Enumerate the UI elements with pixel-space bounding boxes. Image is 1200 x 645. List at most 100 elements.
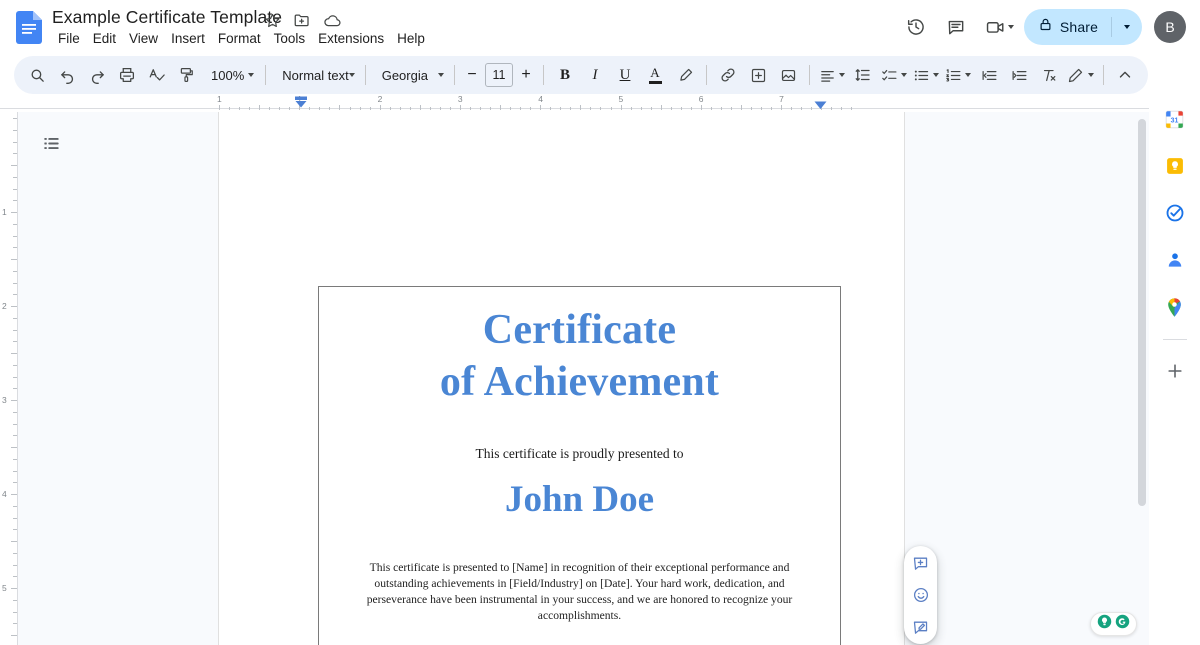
- paragraph-style-dropdown[interactable]: Normal text: [272, 61, 358, 89]
- add-comment-icon[interactable]: [744, 61, 772, 89]
- toolbar-divider: [809, 65, 810, 85]
- redo-icon[interactable]: [83, 61, 111, 89]
- print-icon[interactable]: [113, 61, 141, 89]
- increase-font-size-button[interactable]: +: [515, 62, 537, 88]
- header-actions: Share B: [899, 9, 1186, 45]
- toolbar-divider: [706, 65, 707, 85]
- highlight-pen-icon[interactable]: [671, 61, 699, 89]
- undo-icon[interactable]: [53, 61, 81, 89]
- share-button-main[interactable]: Share: [1024, 9, 1111, 45]
- menu-view[interactable]: View: [123, 29, 164, 49]
- move-to-folder-icon[interactable]: [292, 10, 312, 30]
- document-outline-icon[interactable]: [34, 126, 68, 160]
- numbered-list-icon[interactable]: [943, 61, 973, 89]
- chevron-down-icon: [933, 73, 939, 77]
- chevron-up-icon[interactable]: [1111, 61, 1139, 89]
- toolbar-divider: [1103, 65, 1104, 85]
- certificate-title-line2: of Achievement: [337, 356, 822, 408]
- font-size-input[interactable]: 11: [485, 63, 513, 87]
- emoji-reaction-icon[interactable]: [908, 582, 934, 608]
- chevron-down-icon: [839, 73, 845, 77]
- google-docs-window: Example Certificate Template Fil: [0, 0, 1200, 645]
- line-spacing-icon[interactable]: [849, 61, 877, 89]
- italic-button[interactable]: I: [581, 61, 609, 89]
- chevron-down-icon: [349, 73, 355, 77]
- menu-insert[interactable]: Insert: [165, 29, 211, 49]
- google-contacts-icon[interactable]: [1158, 243, 1192, 277]
- menu-bar: File Edit View Insert Format Tools Exten…: [52, 29, 431, 49]
- avatar[interactable]: B: [1154, 11, 1186, 43]
- history-icon[interactable]: [899, 10, 933, 44]
- cloud-saved-icon[interactable]: [322, 10, 342, 30]
- google-keep-icon[interactable]: [1158, 149, 1192, 183]
- spellcheck-icon[interactable]: [143, 61, 171, 89]
- vertical-scrollbar[interactable]: [1138, 119, 1146, 506]
- certificate-frame: Certificate of Achievement This certific…: [318, 286, 841, 645]
- zoom-level-dropdown[interactable]: 100%: [203, 61, 258, 89]
- certificate-title-line1: Certificate: [337, 304, 822, 356]
- document-page[interactable]: Certificate of Achievement This certific…: [219, 112, 904, 645]
- chevron-down-icon: [965, 73, 971, 77]
- text-color-button[interactable]: A: [641, 61, 669, 89]
- text-color-label: A: [650, 66, 659, 79]
- lock-icon: [1038, 17, 1053, 37]
- page-title[interactable]: Example Certificate Template: [52, 6, 282, 28]
- chevron-down-icon: [438, 73, 444, 77]
- chevron-down-icon: [248, 73, 254, 77]
- clear-formatting-icon[interactable]: [1035, 61, 1063, 89]
- app-header: Example Certificate Template Fil: [0, 0, 1200, 54]
- star-icon[interactable]: [262, 10, 282, 30]
- paint-format-icon[interactable]: [173, 61, 201, 89]
- floating-comment-toolbar: [904, 546, 937, 644]
- decrease-font-size-button[interactable]: −: [461, 62, 483, 88]
- bold-button[interactable]: B: [551, 61, 579, 89]
- comment-icon[interactable]: [939, 10, 973, 44]
- document-title-block: Example Certificate Template: [52, 6, 282, 28]
- grammarly-widget[interactable]: [1090, 612, 1137, 636]
- left-indent-marker[interactable]: [294, 96, 308, 112]
- certificate-content: Certificate of Achievement This certific…: [319, 304, 840, 645]
- grammarly-g-icon[interactable]: [1115, 614, 1130, 634]
- title-action-icons: [262, 10, 342, 30]
- docs-logo-icon[interactable]: [16, 11, 42, 44]
- meet-button[interactable]: [979, 10, 1018, 44]
- google-maps-icon[interactable]: [1158, 290, 1192, 324]
- svg-text:31: 31: [1171, 117, 1179, 124]
- underline-button[interactable]: U: [611, 61, 639, 89]
- add-comment-icon[interactable]: [908, 550, 934, 576]
- share-button[interactable]: Share: [1024, 9, 1142, 45]
- edit-pencil-icon[interactable]: [1065, 61, 1096, 89]
- right-indent-marker[interactable]: [814, 98, 827, 112]
- suggest-edit-icon[interactable]: [908, 614, 934, 640]
- search-icon[interactable]: [23, 61, 51, 89]
- menu-format[interactable]: Format: [212, 29, 267, 49]
- menu-tools[interactable]: Tools: [268, 29, 312, 49]
- share-dropdown-button[interactable]: [1112, 9, 1142, 45]
- add-ons-plus-icon[interactable]: [1158, 354, 1192, 388]
- paragraph-style-label: Normal text: [282, 68, 348, 83]
- menu-help[interactable]: Help: [391, 29, 431, 49]
- insert-image-icon[interactable]: [774, 61, 802, 89]
- grammarly-bulb-icon[interactable]: [1097, 614, 1112, 634]
- chevron-down-icon: [1124, 25, 1130, 29]
- horizontal-ruler[interactable]: 11234567: [0, 94, 1149, 112]
- menu-file[interactable]: File: [52, 29, 86, 49]
- bulleted-list-icon[interactable]: [911, 61, 941, 89]
- align-left-icon[interactable]: [817, 61, 847, 89]
- checklist-icon[interactable]: [879, 61, 909, 89]
- google-tasks-icon[interactable]: [1158, 196, 1192, 230]
- font-family-label: Georgia: [382, 68, 438, 83]
- menu-edit[interactable]: Edit: [87, 29, 122, 49]
- toolbar-divider: [543, 65, 544, 85]
- increase-indent-icon[interactable]: [1005, 61, 1033, 89]
- font-family-dropdown[interactable]: Georgia: [372, 61, 448, 89]
- link-icon[interactable]: [714, 61, 742, 89]
- decrease-indent-icon[interactable]: [975, 61, 1003, 89]
- menu-extensions[interactable]: Extensions: [312, 29, 390, 49]
- chevron-down-icon: [1088, 73, 1094, 77]
- font-size-stepper: − 11 +: [461, 62, 537, 88]
- certificate-body-text: This certificate is presented to [Name] …: [337, 560, 822, 624]
- google-calendar-icon[interactable]: 31: [1158, 102, 1192, 136]
- certificate-title: Certificate of Achievement: [337, 304, 822, 408]
- vertical-ruler[interactable]: 12345: [0, 112, 18, 645]
